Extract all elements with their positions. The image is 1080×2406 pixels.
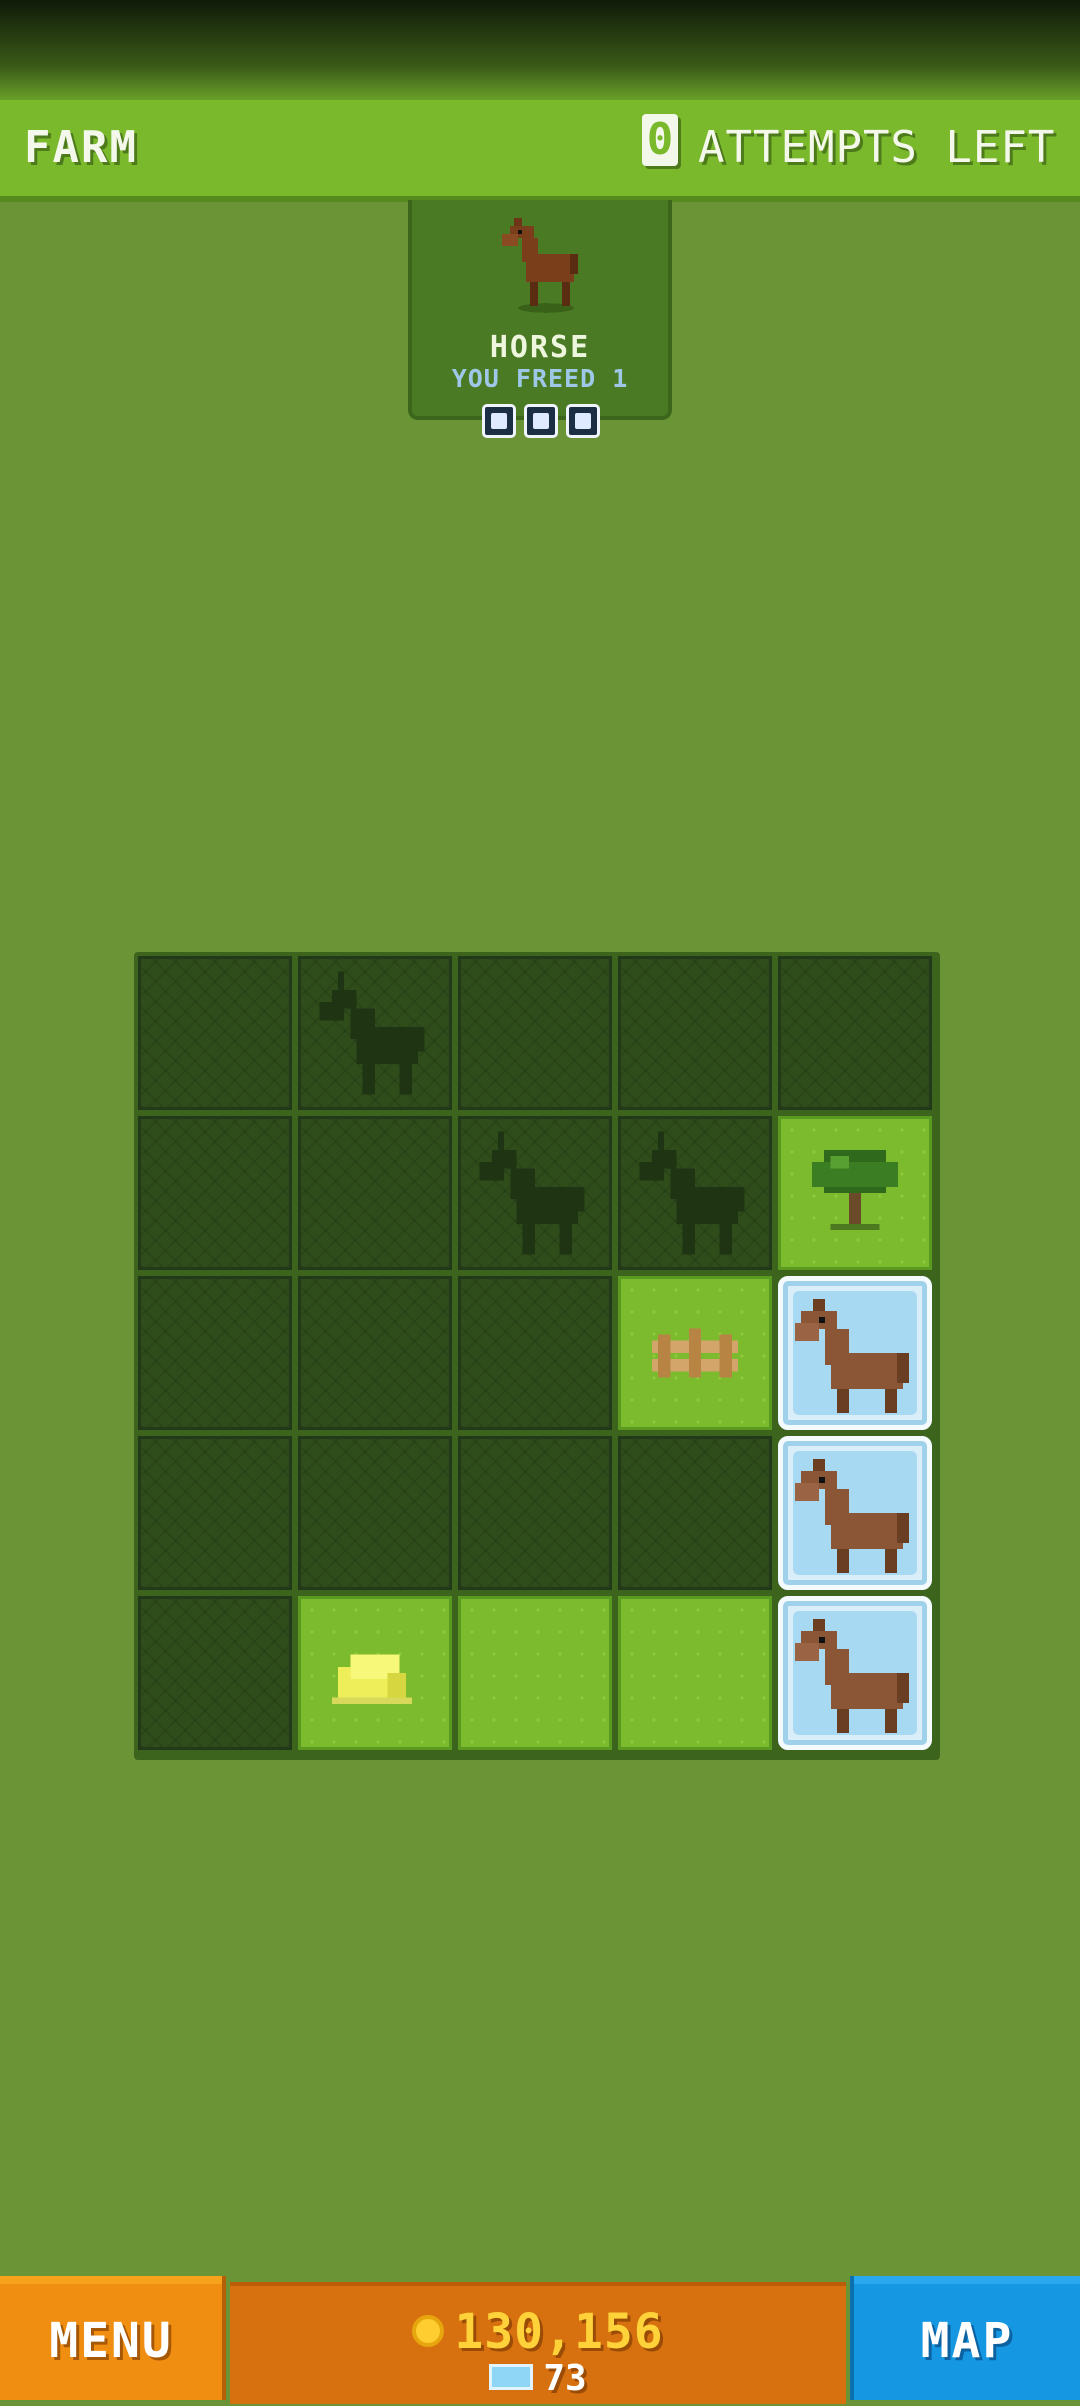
bottom-bar: MENU 130,156 73 MAP — [0, 2276, 1080, 2404]
board-cell[interactable] — [458, 1436, 612, 1590]
board-cell[interactable] — [778, 1436, 932, 1590]
tree-icon — [811, 1149, 899, 1230]
board-cell[interactable] — [458, 956, 612, 1110]
board-cell[interactable] — [778, 1596, 932, 1750]
coin-balance: 130,156 — [230, 2304, 846, 2360]
board-cell[interactable] — [618, 956, 772, 1110]
card-subtitle: YOU FREED 1 — [451, 364, 629, 393]
top-bar: FARM 0 ATTEMPTS LEFT — [0, 100, 1080, 202]
board-cell[interactable] — [298, 1276, 452, 1430]
board-cell[interactable] — [138, 1116, 292, 1270]
map-button[interactable]: MAP — [850, 2276, 1080, 2400]
board-cell[interactable] — [138, 1596, 292, 1750]
currency-panel: 130,156 73 — [230, 2282, 846, 2404]
coin-count: 130,156 — [454, 2304, 664, 2360]
board-cell[interactable] — [778, 956, 932, 1110]
horse-icon — [795, 1619, 909, 1733]
area-title: FARM — [24, 122, 138, 173]
horse-icon — [795, 1299, 909, 1413]
board-cell[interactable] — [618, 1436, 772, 1590]
goal-card[interactable]: HORSE YOU FREED 1 — [408, 200, 672, 420]
board-cell[interactable] — [298, 1436, 452, 1590]
progress-dot — [524, 404, 558, 438]
board-cell[interactable] — [618, 1276, 772, 1430]
board-cell[interactable] — [618, 1116, 772, 1270]
board-cell[interactable] — [138, 956, 292, 1110]
progress-dot — [482, 404, 516, 438]
progress-dots — [480, 404, 604, 446]
gem-balance: 73 — [230, 2358, 846, 2399]
board-cell[interactable] — [458, 1276, 612, 1430]
status-bar-shade — [0, 0, 1080, 110]
attempts-label: ATTEMPTS LEFT — [698, 122, 1056, 173]
unicorn-silhouette-icon — [319, 971, 425, 1095]
unicorn-silhouette-icon — [639, 1131, 745, 1255]
board-cell[interactable] — [298, 956, 452, 1110]
card-title: HORSE — [489, 330, 591, 365]
horse-icon — [795, 1459, 909, 1573]
progress-dot — [566, 404, 600, 438]
horse-icon — [502, 218, 578, 313]
menu-button[interactable]: MENU — [0, 2276, 226, 2400]
attempts-count: 0 — [642, 114, 678, 166]
board-cell[interactable] — [298, 1596, 452, 1750]
hay-bale-icon — [331, 1654, 412, 1704]
board-cell[interactable] — [618, 1596, 772, 1750]
board-cell[interactable] — [138, 1436, 292, 1590]
board-cell[interactable] — [458, 1116, 612, 1270]
board-cell[interactable] — [138, 1276, 292, 1430]
gem-icon — [489, 2364, 534, 2390]
board-cell[interactable] — [458, 1596, 612, 1750]
fence-icon — [651, 1328, 739, 1378]
board-cell[interactable] — [298, 1116, 452, 1270]
board-cell[interactable] — [778, 1116, 932, 1270]
gem-count: 73 — [543, 2358, 587, 2399]
unicorn-silhouette-icon — [479, 1131, 585, 1255]
game-board — [134, 952, 940, 1760]
board-cell[interactable] — [778, 1276, 932, 1430]
coin-icon — [412, 2315, 445, 2347]
